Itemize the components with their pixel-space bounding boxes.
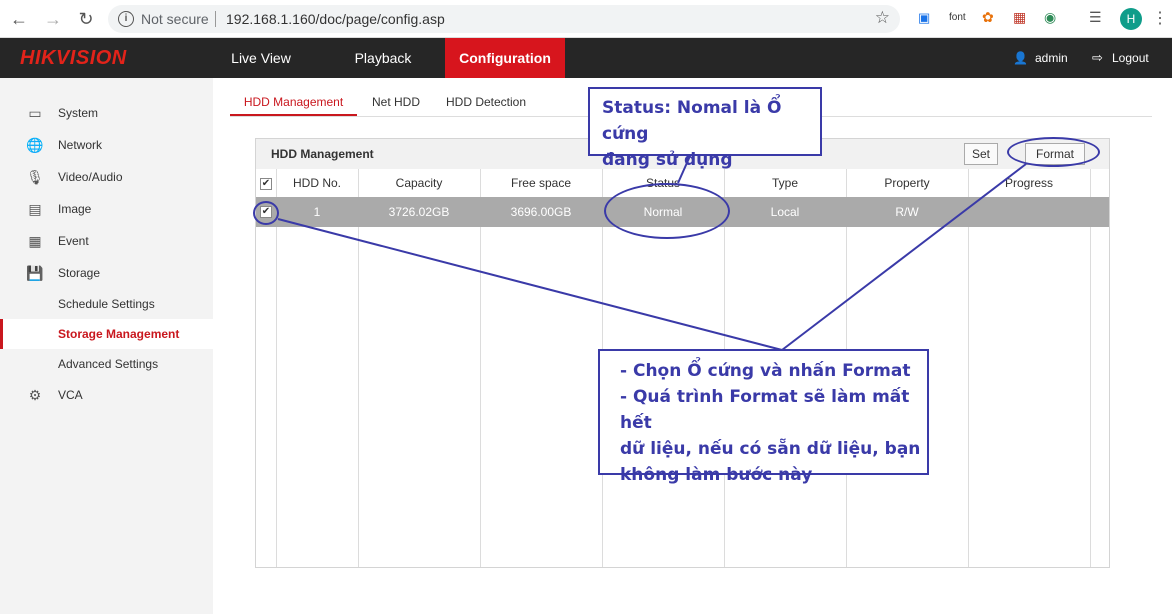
logout-link[interactable]: Logout bbox=[1112, 38, 1149, 78]
extension-font-icon[interactable]: font bbox=[949, 12, 966, 23]
nav-live-view[interactable]: Live View bbox=[213, 38, 309, 78]
set-button[interactable]: Set bbox=[964, 143, 998, 165]
format-callout: - Chọn Ổ cứng và nhấn Format - Quá trình… bbox=[598, 349, 929, 485]
sidebar-item-label: Schedule Settings bbox=[58, 297, 155, 311]
column-divider bbox=[1090, 169, 1091, 567]
column-divider bbox=[968, 169, 969, 567]
format-highlight-ellipse bbox=[1007, 137, 1100, 167]
sidebar-item-schedule-settings[interactable]: Schedule Settings bbox=[0, 289, 213, 319]
callout-text: - Chọn Ổ cứng và nhấn Format bbox=[620, 361, 911, 381]
cell-type: Local bbox=[770, 205, 800, 219]
column-divider bbox=[276, 169, 277, 567]
column-header-type: Type bbox=[771, 176, 798, 190]
column-header-hdd-no: HDD No. bbox=[292, 176, 341, 190]
callout-text: không làm bước này bbox=[620, 465, 813, 485]
callout-text: dữ liệu, nếu có sẵn dữ liệu, bạn bbox=[620, 439, 921, 459]
globe-icon: 🌐 bbox=[26, 137, 44, 153]
sidebar-item-storage[interactable]: 💾 Storage bbox=[0, 258, 213, 288]
cell-free-space: 3696.00GB bbox=[510, 205, 572, 219]
back-arrow-icon[interactable]: ← bbox=[8, 8, 30, 30]
user-name: admin bbox=[1035, 51, 1068, 65]
column-divider bbox=[480, 169, 481, 567]
cell-progress bbox=[968, 197, 1090, 227]
tab-net-hdd[interactable]: Net HDD bbox=[364, 88, 428, 116]
reload-icon[interactable]: ↻ bbox=[75, 8, 97, 30]
extension-calendar-icon[interactable]: ▦ bbox=[1013, 9, 1026, 26]
checkbox-highlight-ellipse bbox=[253, 201, 279, 225]
hikvision-logo: HIKVISION bbox=[20, 47, 127, 69]
user-icon: 👤 bbox=[1013, 51, 1028, 65]
sidebar-item-label: VCA bbox=[58, 388, 83, 402]
column-header-progress: Progress bbox=[1004, 176, 1054, 190]
nav-configuration[interactable]: Configuration bbox=[445, 38, 565, 78]
sidebar-item-storage-management[interactable]: Storage Management bbox=[0, 319, 213, 349]
url-text[interactable]: 192.168.1.160/doc/page/config.asp bbox=[226, 11, 445, 27]
nav-playback[interactable]: Playback bbox=[334, 38, 432, 78]
url-separator bbox=[215, 11, 216, 27]
callout-text: - Quá trình Format sẽ làm mất hết bbox=[620, 387, 910, 433]
browser-toolbar: ← → ↻ i Not secure 192.168.1.160/doc/pag… bbox=[0, 0, 1172, 38]
sidebar-item-video-audio[interactable]: 🎙 Video/Audio bbox=[0, 162, 213, 192]
sidebar-item-label: Image bbox=[58, 202, 92, 216]
not-secure-label: Not secure bbox=[141, 11, 209, 27]
sidebar-item-label: System bbox=[58, 106, 99, 120]
column-header-free-space: Free space bbox=[510, 176, 572, 190]
image-icon: ▤ bbox=[28, 201, 42, 217]
status-highlight-ellipse bbox=[604, 183, 730, 239]
callout-text: Status: Nomal là Ổ cứng bbox=[602, 98, 782, 144]
tab-hdd-detection[interactable]: HDD Detection bbox=[440, 88, 532, 116]
extension-globe-icon[interactable]: ◉ bbox=[1044, 9, 1056, 26]
sidebar-item-system[interactable]: ▭ System bbox=[0, 98, 213, 128]
sidebar-item-label: Network bbox=[58, 138, 103, 152]
column-header-capacity: Capacity bbox=[395, 176, 443, 190]
extension-translate-icon[interactable]: ▣ bbox=[918, 10, 930, 26]
extension-orange-icon[interactable]: ✿ bbox=[982, 9, 994, 26]
cell-property: R/W bbox=[895, 205, 919, 219]
status-callout: Status: Nomal là Ổ cứng đang sử dụng bbox=[588, 87, 822, 170]
playlist-icon[interactable]: ☰ bbox=[1089, 9, 1102, 26]
cell-capacity: 3726.02GB bbox=[388, 205, 450, 219]
logout-icon[interactable]: ⇨ bbox=[1092, 38, 1103, 78]
sidebar-item-label: Advanced Settings bbox=[58, 357, 159, 371]
sidebar-item-label: Video/Audio bbox=[58, 170, 123, 184]
sidebar-item-label: Event bbox=[58, 234, 89, 248]
tab-hdd-management[interactable]: HDD Management bbox=[230, 88, 357, 116]
vca-icon: ⚙ bbox=[28, 387, 42, 403]
forward-arrow-icon[interactable]: → bbox=[42, 8, 64, 30]
callout-text: đang sử dụng bbox=[602, 150, 733, 170]
cell-hdd-no: 1 bbox=[313, 205, 321, 219]
sidebar-item-vca[interactable]: ⚙ VCA bbox=[0, 380, 213, 410]
panel-title: HDD Management bbox=[271, 147, 374, 161]
sidebar-item-advanced-settings[interactable]: Advanced Settings bbox=[0, 349, 213, 379]
sidebar-item-label: Storage Management bbox=[58, 327, 180, 341]
app-header: HIKVISION Live View Playback Configurati… bbox=[0, 38, 1172, 78]
column-divider bbox=[358, 169, 359, 567]
monitor-icon: ▭ bbox=[28, 105, 42, 121]
sidebar: ▭ System 🌐 Network 🎙 Video/Audio ▤ Image… bbox=[0, 78, 213, 614]
column-header-property: Property bbox=[884, 176, 930, 190]
browser-menu-icon[interactable]: ⋮ bbox=[1152, 8, 1168, 28]
select-all-checkbox[interactable]: ✔ bbox=[260, 178, 272, 190]
address-bar[interactable]: i Not secure 192.168.1.160/doc/page/conf… bbox=[108, 5, 900, 33]
sidebar-item-event[interactable]: ▦ Event bbox=[0, 226, 213, 256]
sidebar-item-label: Storage bbox=[58, 266, 101, 280]
info-icon[interactable]: i bbox=[118, 11, 134, 27]
sidebar-item-image[interactable]: ▤ Image bbox=[0, 194, 213, 224]
floppy-disk-icon: 💾 bbox=[26, 265, 44, 281]
bookmark-star-icon[interactable]: ☆ bbox=[875, 8, 890, 28]
sidebar-item-network[interactable]: 🌐 Network bbox=[0, 130, 213, 160]
calendar-icon: ▦ bbox=[28, 233, 42, 249]
microphone-camera-icon: 🎙 bbox=[26, 169, 44, 185]
profile-avatar[interactable]: H bbox=[1120, 8, 1142, 30]
